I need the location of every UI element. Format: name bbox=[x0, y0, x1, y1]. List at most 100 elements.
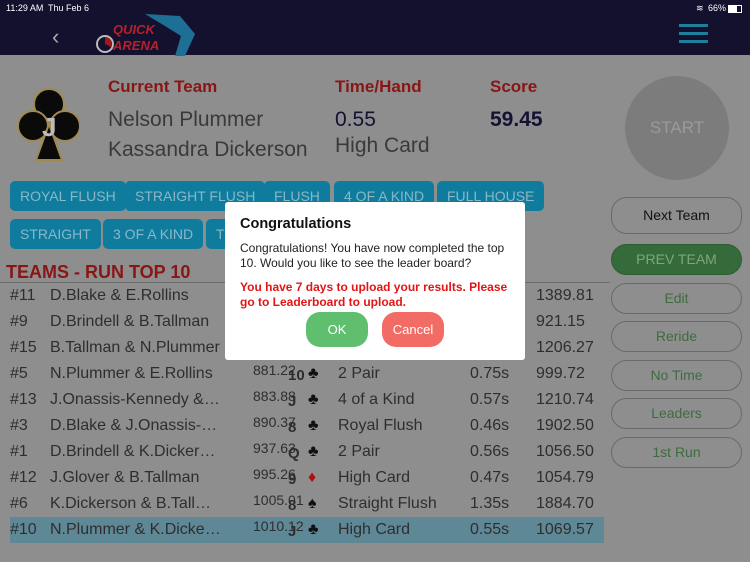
team-rank: #3 bbox=[10, 417, 28, 434]
team-score: 921.15 bbox=[536, 313, 585, 330]
team-name: J.Glover & B.Tallman bbox=[50, 469, 200, 486]
team-rank: #11 bbox=[10, 287, 36, 304]
svg-text:QUICK: QUICK bbox=[113, 22, 157, 37]
prev-team-button[interactable]: PREV TEAM bbox=[611, 244, 742, 275]
first-run-button[interactable]: 1st Run bbox=[611, 437, 742, 468]
team-member-2: Kassandra Dickerson bbox=[108, 138, 308, 161]
hand-filter-button[interactable]: STRAIGHT bbox=[10, 219, 101, 249]
score-value: 59.45 bbox=[490, 108, 543, 131]
start-button[interactable]: START bbox=[625, 76, 729, 180]
team-score: 1206.27 bbox=[536, 339, 594, 356]
hand-name: High Card bbox=[338, 521, 411, 538]
cancel-button[interactable]: Cancel bbox=[382, 312, 444, 347]
team-member-1: Nelson Plummer bbox=[108, 108, 264, 131]
suit-icon: ♣ bbox=[308, 443, 319, 460]
battery-icon bbox=[728, 5, 742, 13]
current-team-label: Current Team bbox=[108, 77, 218, 96]
suit-icon: ♣ bbox=[308, 391, 319, 408]
quick-arena-logo: QUICK ARENA bbox=[96, 14, 195, 56]
table-row[interactable]: #1 D.Brindell & K.Dickerson 937.63 Q 2 Pair 0… bbox=[10, 439, 604, 465]
back-button[interactable]: ‹ bbox=[52, 24, 59, 50]
table-row[interactable]: #13J.Onassis-Kennedy & K.Dickerson883.88… bbox=[10, 387, 604, 413]
dialog-message: Congratulations! You have now completed … bbox=[240, 241, 505, 270]
suit-icon: ♠ bbox=[308, 495, 317, 512]
dialog-warning: You have 7 days to upload your results. … bbox=[240, 280, 508, 309]
card-rank: 8 bbox=[288, 419, 297, 436]
table-row[interactable]: #3D.Blake & J.Onassis-Kennedy890.378Roya… bbox=[10, 413, 604, 439]
team-rank: #12 bbox=[10, 469, 37, 486]
team-score: 1056.50 bbox=[536, 443, 594, 460]
jack-of-clubs-icon: J bbox=[18, 88, 80, 161]
svg-text:ARENA: ARENA bbox=[112, 38, 159, 53]
svg-text:J: J bbox=[42, 112, 56, 142]
time-per-hand: 0.46s bbox=[470, 417, 510, 434]
congratulations-dialog: Congratulations Congratulations! You hav… bbox=[225, 202, 525, 360]
list-title: TEAMS - RUN TOP 10 bbox=[6, 262, 191, 282]
team-rank: #6 bbox=[10, 495, 28, 512]
team-name: D.Brindell & B.Tallman bbox=[50, 313, 210, 330]
leaders-button[interactable]: Leaders bbox=[611, 398, 742, 429]
status-time: 11:29 AM bbox=[6, 3, 44, 13]
team-score: 1389.81 bbox=[536, 287, 594, 304]
team-score: 1884.70 bbox=[536, 495, 594, 512]
team-score: 1210.74 bbox=[536, 391, 594, 408]
team-score: 1902.50 bbox=[536, 417, 594, 434]
table-row[interactable]: #10 N.Plummer & K.Dickerson 1010.12 J High C… bbox=[10, 517, 604, 543]
edit-button[interactable]: Edit bbox=[611, 283, 742, 314]
card-rank: 8 bbox=[288, 497, 297, 514]
menu-button[interactable] bbox=[679, 24, 708, 48]
team-rank: #1 bbox=[10, 443, 28, 460]
team-name: K.Dickerson & B.Tallman bbox=[50, 495, 222, 512]
no-time-button[interactable]: No Time bbox=[611, 360, 742, 391]
suit-icon: ♦ bbox=[308, 469, 317, 486]
team-rank: #5 bbox=[10, 365, 28, 382]
hand-name: Royal Flush bbox=[338, 417, 423, 434]
hand-name: Straight Flush bbox=[338, 495, 437, 512]
card-rank: 9 bbox=[288, 471, 297, 488]
team-name: D.Brindell & K.Dickerson bbox=[50, 443, 222, 460]
time-per-hand: 0.57s bbox=[470, 391, 510, 408]
reride-button[interactable]: Reride bbox=[611, 321, 742, 352]
team-name: N.Plummer & K.Dickerson bbox=[50, 521, 222, 538]
team-rank: #9 bbox=[10, 313, 28, 330]
suit-icon: ♣ bbox=[308, 417, 319, 434]
card-rank: 10 bbox=[288, 367, 305, 384]
team-name: N.Plummer & E.Rollins bbox=[50, 365, 213, 382]
hand-filter-button[interactable]: ROYAL FLUSH bbox=[10, 181, 126, 211]
card-rank: Q bbox=[288, 445, 300, 462]
hand-name: 4 of a Kind bbox=[338, 391, 415, 408]
team-name: D.Blake & J.Onassis-Kennedy bbox=[50, 417, 222, 434]
time-hand-label: Time/Hand bbox=[335, 77, 422, 96]
score-label: Score bbox=[490, 77, 538, 96]
time-per-hand: 1.35s bbox=[470, 495, 510, 512]
team-rank: #10 bbox=[10, 521, 37, 538]
card-rank: J bbox=[288, 393, 297, 410]
team-score: 1054.79 bbox=[536, 469, 594, 486]
battery-level: 66% bbox=[708, 3, 727, 13]
team-rank: #13 bbox=[10, 391, 37, 408]
hand-name: High Card bbox=[338, 469, 411, 486]
time-per-hand: 0.55s bbox=[470, 521, 510, 538]
team-name: J.Onassis-Kennedy & K.Dickerson bbox=[50, 391, 222, 408]
ok-button[interactable]: OK bbox=[306, 312, 368, 347]
status-date: Thu Feb 6 bbox=[48, 3, 90, 13]
wifi-icon: ≋ bbox=[696, 3, 704, 13]
suit-icon: ♣ bbox=[308, 521, 319, 538]
table-row[interactable]: #12 J.Glover & B.Tallman 995.26 9 High Card 0… bbox=[10, 465, 604, 491]
team-name: D.Blake & E.Rollins bbox=[50, 287, 189, 304]
hand-name: 2 Pair bbox=[338, 443, 380, 460]
team-score: 999.72 bbox=[536, 365, 585, 382]
time-per-hand: 0.75s bbox=[470, 365, 510, 382]
time-hand-value: 0.55 bbox=[335, 108, 376, 131]
current-hand: High Card bbox=[335, 134, 430, 157]
top-bar: 11:29 AM Thu Feb 6 66% ≋ ‹ QUICK ARENA bbox=[0, 0, 750, 56]
hand-filter-button[interactable]: 3 OF A KIND bbox=[103, 219, 204, 249]
table-row[interactable]: #6 K.Dickerson & B.Tallman 1005.01 8 Straigh… bbox=[10, 491, 604, 517]
dialog-title: Congratulations bbox=[240, 216, 352, 232]
card-rank: J bbox=[288, 523, 297, 540]
suit-icon: ♣ bbox=[308, 365, 319, 382]
team-rank: #15 bbox=[10, 339, 37, 356]
team-name: B.Tallman & N.Plummer bbox=[50, 339, 220, 356]
next-team-button[interactable]: Next Team bbox=[611, 197, 742, 234]
table-row[interactable]: #5 N.Plummer & E.Rollins 881.22 10 2 Pair 0.7… bbox=[10, 361, 604, 387]
